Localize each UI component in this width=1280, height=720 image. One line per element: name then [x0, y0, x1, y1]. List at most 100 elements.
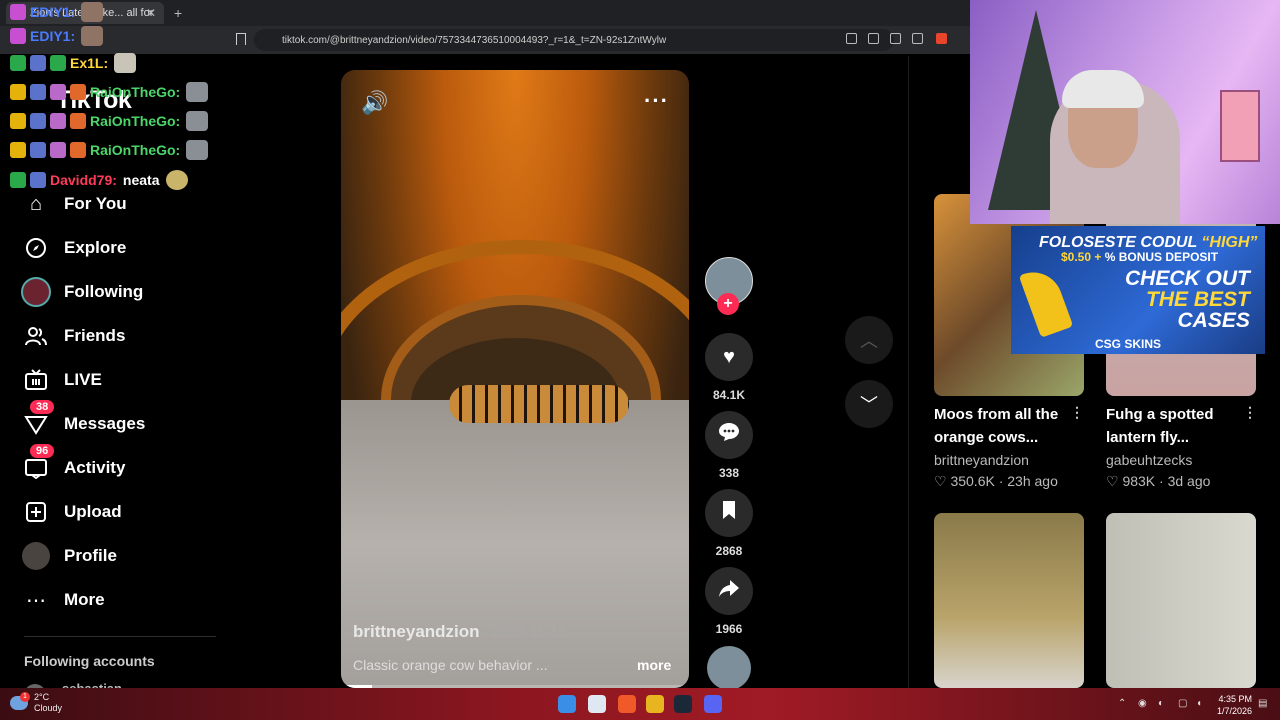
video-author[interactable]: brittneyandzion: [353, 622, 480, 642]
sound-disc-avatar[interactable]: [707, 646, 751, 690]
following-accounts-title: Following accounts: [24, 653, 155, 669]
new-tab-button[interactable]: +: [174, 5, 182, 21]
network-icon[interactable]: ◉: [1138, 698, 1147, 709]
brave-shield-icon[interactable]: [936, 33, 947, 44]
chat-username: EDIY1:: [30, 4, 76, 20]
video-options-icon[interactable]: ···: [644, 88, 669, 114]
sidebar-item-label: Following: [64, 282, 144, 301]
sidebar-item-for-you[interactable]: ⌂ For You: [20, 184, 220, 224]
volume-icon[interactable]: 🔊: [361, 90, 388, 116]
related-video-thumbnail[interactable]: [934, 513, 1084, 688]
related-options-icon[interactable]: ⋮: [1070, 404, 1084, 421]
chat-line: RaiOnTheGo:: [10, 82, 209, 102]
home-icon: ⌂: [29, 192, 43, 215]
sidebar-item-messages[interactable]: 38 Messages: [20, 400, 220, 444]
ad-headline: CHECK OUT THE BEST CASES: [1125, 268, 1250, 331]
chat-badge-icon: [70, 84, 86, 100]
windows-start-icon[interactable]: [558, 695, 576, 713]
zoom-icon[interactable]: [890, 33, 901, 44]
panel-divider: [908, 56, 909, 688]
more-dots-icon: ⋯: [26, 589, 46, 612]
video-frame-art: [341, 400, 689, 688]
share-icon[interactable]: [912, 33, 923, 44]
previous-video-button[interactable]: ︿: [845, 316, 893, 364]
volume-tray-icon[interactable]: ◐: [1158, 698, 1164, 709]
chat-badge-icon: [50, 142, 66, 158]
related-video-author[interactable]: brittneyandzion: [934, 452, 1029, 468]
heart-icon: ♥: [723, 345, 735, 368]
sidebar-item-more[interactable]: ⋯ More: [20, 580, 220, 620]
chat-badge-icon: [10, 142, 26, 158]
follow-plus-icon[interactable]: +: [717, 293, 739, 315]
headphones-image: [1062, 70, 1144, 108]
messages-icon: 38: [20, 400, 55, 440]
bookmark-icon[interactable]: [236, 33, 246, 45]
chat-line: Davidd79: neata: [10, 170, 188, 190]
clock-time: 4:35 PM: [1218, 694, 1252, 704]
sidebar-item-friends[interactable]: Friends: [20, 316, 220, 356]
screen: Zion's Late Wake... all for ✕ + tiktok.c…: [0, 0, 1280, 720]
sidebar-item-upload[interactable]: Upload: [20, 492, 220, 532]
speaker-icon[interactable]: ◖: [1196, 698, 1202, 709]
extension-icon[interactable]: [868, 33, 879, 44]
task-view-icon[interactable]: [588, 695, 606, 713]
sidebar-item-following[interactable]: Following: [20, 272, 220, 312]
comment-button[interactable]: [705, 411, 753, 459]
ad-code: “HIGH”: [1201, 234, 1258, 251]
chat-username: RaiOnTheGo:: [90, 142, 181, 158]
discord-icon[interactable]: [704, 695, 722, 713]
chat-username: RaiOnTheGo:: [90, 113, 181, 129]
display-icon[interactable]: ▢: [1178, 698, 1187, 709]
share-count: 1966: [715, 622, 743, 636]
chat-line: Ex1L:: [10, 53, 137, 73]
related-options-icon[interactable]: ⋮: [1243, 404, 1257, 421]
following-avatar-icon: [20, 276, 52, 308]
bookmark-icon: [721, 500, 737, 526]
chat-emote-icon: [186, 140, 209, 160]
steam-icon[interactable]: [674, 695, 692, 713]
like-button[interactable]: ♥: [705, 333, 753, 381]
url-input[interactable]: tiktok.com/@brittneyandzion/video/757334…: [254, 29, 894, 51]
tab-close-icon[interactable]: ✕: [146, 6, 156, 20]
related-video-author[interactable]: gabeuhtzecks: [1106, 452, 1192, 468]
chevron-up-icon: ︿: [860, 331, 878, 351]
save-button[interactable]: [705, 489, 753, 537]
next-video-button[interactable]: ﹀: [845, 380, 893, 428]
windows-taskbar: [0, 688, 1280, 720]
chat-badge-icon: [30, 84, 46, 100]
weather-widget[interactable]: 2°C Cloudy: [10, 692, 62, 714]
video-date: · 2025-11-16: [482, 624, 567, 641]
tray-chevron-icon[interactable]: ⌃: [1118, 698, 1126, 709]
chat-username: EDIY1:: [30, 28, 76, 44]
file-explorer-icon[interactable]: [646, 695, 664, 713]
sidebar-item-label: Activity: [64, 458, 126, 477]
sidebar-item-activity[interactable]: 96 Activity: [20, 444, 220, 488]
related-video-title[interactable]: Fuhg a spotted lantern fly...: [1106, 403, 1246, 449]
ad-text: CHECK OUT: [1125, 267, 1250, 290]
chat-badge-icon: [30, 172, 46, 188]
related-video-title[interactable]: Moos from all the orange cows...: [934, 403, 1074, 449]
comment-count: 338: [718, 466, 740, 480]
share-button[interactable]: [705, 567, 753, 615]
sidebar-item-label: Friends: [64, 326, 126, 345]
chat-badge-icon: [30, 113, 46, 129]
video-player[interactable]: 🔊 ··· brittneyandzion · 2025-11-16 Class…: [341, 70, 689, 688]
taskbar-clock[interactable]: 4:35 PM 1/7/2026: [1212, 693, 1252, 717]
related-video-thumbnail[interactable]: [1106, 513, 1256, 688]
brave-browser-icon[interactable]: [618, 695, 636, 713]
chat-emote-icon: [81, 26, 104, 46]
chat-line: EDIY1:: [10, 26, 104, 46]
chat-badge-icon: [50, 84, 66, 100]
sidebar-item-explore[interactable]: Explore: [20, 228, 220, 268]
share-arrow-icon: [718, 578, 740, 604]
sidebar-item-label: Upload: [64, 502, 122, 521]
sidebar-item-profile[interactable]: Profile: [20, 536, 220, 576]
notification-center-icon[interactable]: ▤: [1258, 698, 1267, 709]
chat-emote-icon: [186, 111, 209, 131]
chat-badge-icon: [10, 172, 26, 188]
sidebar-item-live[interactable]: LIVE: [20, 360, 220, 400]
chat-badge-icon: [30, 142, 46, 158]
caption-more-link[interactable]: more: [637, 657, 671, 673]
extension-icon[interactable]: [846, 33, 857, 44]
sponsor-ad-banner: FOLOSESTE CODUL “HIGH” $0.50 + % BONUS D…: [1011, 226, 1265, 354]
